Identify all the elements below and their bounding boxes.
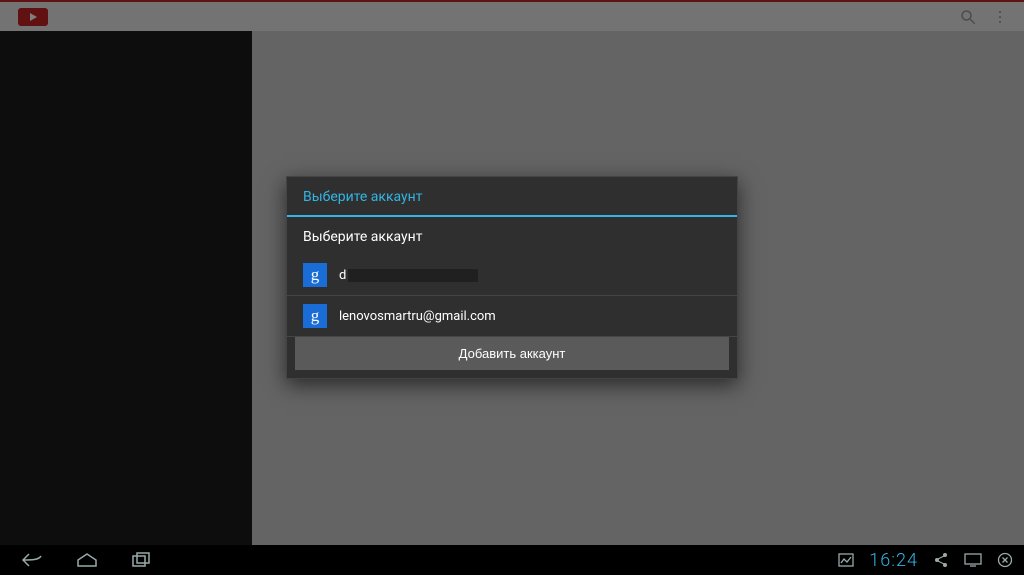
back-button[interactable] [20,550,46,570]
dialog-button-row: Добавить аккаунт [287,337,737,378]
account-email: d [339,268,478,283]
account-picker-dialog: Выберите аккаунт Выберите аккаунт g d g … [286,176,738,379]
recents-button[interactable] [128,550,154,570]
screen-icon[interactable] [964,551,982,569]
account-email: lenovosmartru@gmail.com [339,309,496,324]
dialog-subtitle: Выберите аккаунт [287,217,737,255]
share-icon[interactable] [932,551,950,569]
dialog-title: Выберите аккаунт [287,177,737,217]
google-icon: g [303,304,327,328]
account-row[interactable]: g d [287,255,737,296]
add-account-button[interactable]: Добавить аккаунт [295,337,729,370]
home-button[interactable] [74,550,100,570]
close-icon[interactable] [996,551,1014,569]
screenshot-saved-icon[interactable] [837,551,855,569]
google-icon: g [303,263,327,287]
status-clock[interactable]: 16:24 [869,550,918,571]
redacted-text [348,269,478,282]
account-row[interactable]: g lenovosmartru@gmail.com [287,296,737,337]
android-nav-bar: 16:24 [0,545,1024,575]
